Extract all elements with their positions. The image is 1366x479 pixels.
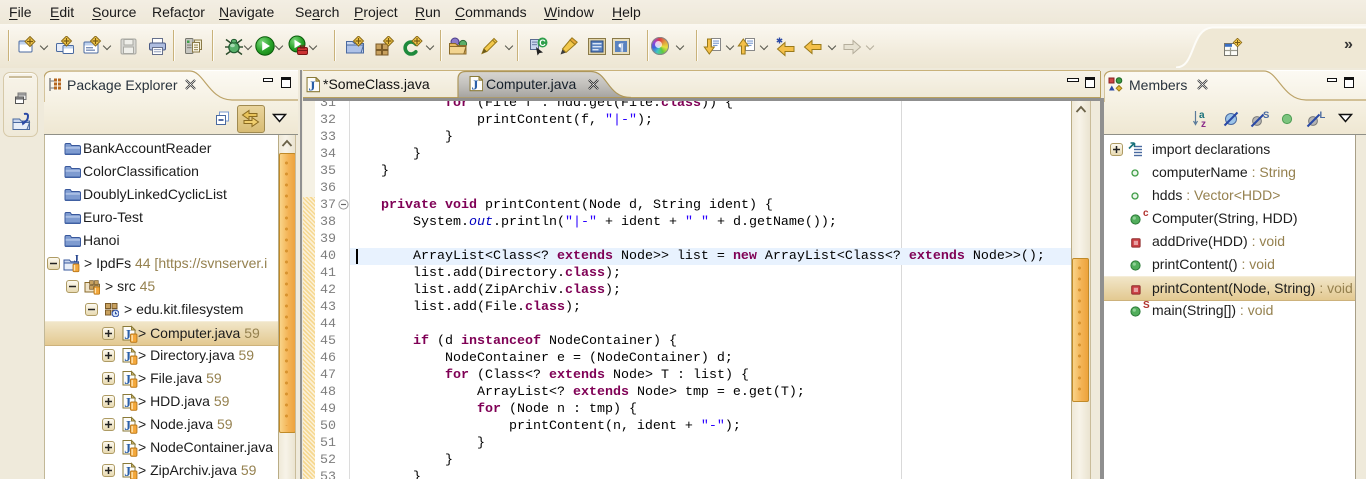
svg-text:C: C [539,38,546,48]
svg-text:z: z [1201,119,1206,129]
svg-text:S: S [1263,110,1269,121]
svg-text:¶: ¶ [618,42,624,54]
svg-text:L: L [1320,110,1326,121]
svg-text:J: J [74,254,79,265]
